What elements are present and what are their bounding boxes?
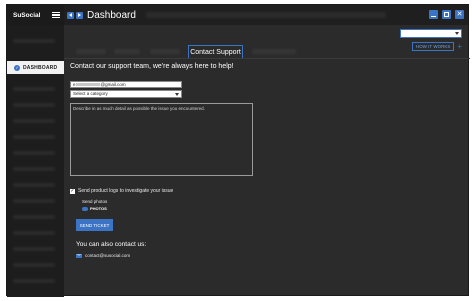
chevron-down-icon xyxy=(175,93,179,96)
blurred-region xyxy=(13,119,55,123)
send-logs-label: Send product logs to investigate your is… xyxy=(78,188,174,194)
email-domain: @gmail.com xyxy=(100,82,126,87)
blurred-region xyxy=(114,49,140,54)
window-controls: ✕ xyxy=(429,10,464,19)
how-it-works-row: HOW IT WORKS + xyxy=(411,42,462,51)
sidebar-item-dashboard[interactable]: ✓ DASHBOARD xyxy=(7,61,64,74)
blurred-region xyxy=(13,167,55,171)
photos-row: PHOTOS xyxy=(82,206,107,211)
blurred-region xyxy=(13,215,55,219)
tab-contact-support[interactable]: Contact Support xyxy=(188,45,243,59)
photos-toggle[interactable] xyxy=(82,206,88,211)
category-select[interactable]: Select a category xyxy=(70,90,182,98)
mail-icon xyxy=(76,253,82,258)
contact-email-row: contact@susocial.com xyxy=(76,253,130,258)
chevron-down-icon xyxy=(455,32,459,35)
send-photos-label: Send photos xyxy=(82,199,108,204)
page-title: Dashboard xyxy=(87,9,136,21)
app-name: SuSocial xyxy=(13,11,41,19)
blurred-region xyxy=(13,231,55,235)
blurred-region xyxy=(13,39,55,43)
blurred-region xyxy=(13,183,55,187)
account-select[interactable] xyxy=(400,29,462,38)
minimize-icon[interactable] xyxy=(429,10,438,19)
category-placeholder: Select a category xyxy=(73,91,108,96)
hamburger-icon[interactable] xyxy=(52,12,60,18)
close-icon[interactable]: ✕ xyxy=(455,10,464,19)
issue-textarea[interactable]: Describe in as much detail as possible t… xyxy=(70,103,253,176)
redacted-email xyxy=(75,83,100,87)
photos-toggle-label: PHOTOS xyxy=(90,206,107,211)
brand-area: SuSocial xyxy=(7,5,64,25)
sidebar: ✓ DASHBOARD xyxy=(7,25,64,297)
back-arrow-icon[interactable] xyxy=(67,11,74,19)
check-circle-icon: ✓ xyxy=(14,64,20,71)
blurred-region xyxy=(13,199,55,203)
add-icon[interactable]: + xyxy=(457,42,462,51)
app-window: SuSocial Dashboard ✕ ✓ DASHBOARD HOW IT … xyxy=(6,4,470,297)
blurred-region xyxy=(252,49,296,54)
tabs-divider xyxy=(64,58,470,59)
top-right-controls: HOW IT WORKS + xyxy=(400,29,462,51)
support-headline: Contact our support team, we're always h… xyxy=(70,63,234,70)
send-ticket-button[interactable]: SEND TICKET xyxy=(76,219,113,231)
how-it-works-button[interactable]: HOW IT WORKS xyxy=(411,42,455,51)
contact-email-link[interactable]: contact@susocial.com xyxy=(85,253,130,258)
email-field[interactable]: e @gmail.com xyxy=(70,81,182,88)
contact-heading: You can also contact us: xyxy=(76,241,147,248)
send-logs-checkbox[interactable]: ✓ xyxy=(70,188,75,194)
sidebar-item-label: DASHBOARD xyxy=(23,64,58,71)
blurred-region xyxy=(13,279,55,283)
blurred-region xyxy=(13,247,55,251)
blurred-region xyxy=(76,49,106,54)
send-logs-row: ✓ Send product logs to investigate your … xyxy=(70,188,173,194)
blurred-region xyxy=(13,135,55,139)
support-form: Contact our support team, we're always h… xyxy=(70,63,253,258)
issue-placeholder: Describe in as much detail as possible t… xyxy=(73,106,205,111)
blurred-region xyxy=(13,151,55,155)
nav-arrows xyxy=(67,11,83,19)
tabs-row: Contact Support xyxy=(64,45,364,59)
blurred-region xyxy=(145,12,386,18)
blurred-region xyxy=(13,103,55,107)
blurred-region xyxy=(150,49,180,54)
blurred-region xyxy=(13,263,55,267)
blurred-region xyxy=(13,87,55,91)
title-bar: SuSocial Dashboard ✕ xyxy=(7,5,468,25)
maximize-icon[interactable] xyxy=(442,10,451,19)
forward-arrow-icon[interactable] xyxy=(76,11,83,19)
